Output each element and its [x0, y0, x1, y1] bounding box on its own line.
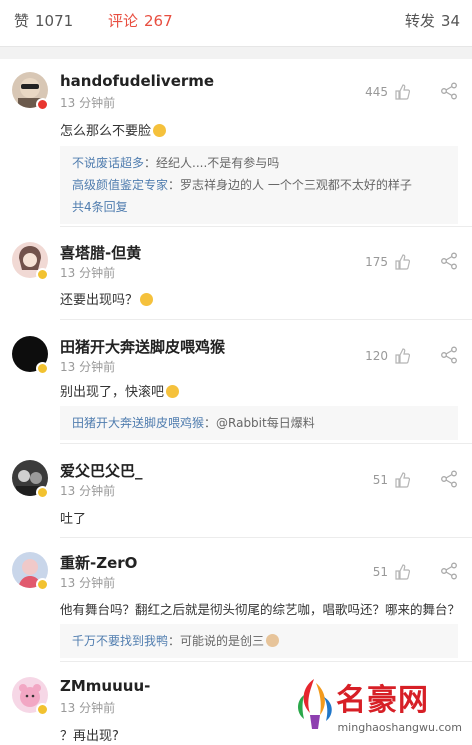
vip-badge-icon [36, 578, 49, 591]
watermark: 名豪网 minghaoshangwu.com [292, 669, 462, 739]
comment-time: 13 分钟前 [60, 360, 116, 374]
like-count: 175 [365, 255, 388, 269]
like-button[interactable]: 120 [365, 348, 410, 364]
like-count: 51 [372, 473, 388, 487]
like-button[interactable]: 51 [373, 472, 410, 488]
reply-username[interactable]: 千万不要找到我鸭 [72, 634, 168, 648]
reply-username[interactable]: 田猪开大奔送脚皮喂鸡猴 [72, 416, 204, 430]
tab-comments-label: 评论 [108, 12, 139, 30]
share-icon[interactable] [440, 252, 458, 270]
comment-text-content: 还要出现吗？ [60, 293, 139, 308]
section-gap [0, 47, 472, 59]
tab-comments-count: 267 [144, 12, 173, 30]
reply-item: 田猪开大奔送脚皮喂鸡猴：@Rabbit每日爆料 [72, 412, 446, 434]
thumbs-up-icon [395, 564, 410, 580]
username[interactable]: 重新-ZerO [60, 552, 137, 573]
comment-text-content: 怎么那么不要脸 [60, 124, 152, 139]
tab-comments[interactable]: 评论 267 [108, 10, 173, 31]
like-count: 120 [365, 349, 388, 363]
reply-username[interactable]: 高级颜值鉴定专家 [72, 178, 168, 192]
emoji-icon [140, 293, 154, 306]
divider [60, 443, 472, 444]
tab-reposts-count: 34 [440, 12, 460, 30]
comment-text: 吐了 [60, 512, 87, 527]
divider [60, 537, 472, 538]
replies-box: 不说废话超多：经纪人....不是有参与吗 高级颜值鉴定专家：罗志祥身边的人 一个… [60, 146, 458, 224]
reply-text: ：可能说的是创三 [168, 634, 265, 648]
tab-reposts-label: 转发 [404, 12, 435, 30]
like-button[interactable]: 51 [373, 564, 410, 580]
thumbs-up-icon [395, 348, 410, 364]
replies-box: 千万不要找到我鸭：可能说的是创三 [60, 624, 458, 658]
comment-text: ？再出现? [60, 729, 119, 744]
divider [60, 226, 472, 227]
thumbs-up-icon [395, 84, 410, 100]
username[interactable]: 喜塔腊-但黄 [60, 242, 141, 263]
watermark-url: minghaoshangwu.com [337, 721, 462, 734]
vip-badge-icon [36, 362, 49, 375]
reply-item: 高级颜值鉴定专家：罗志祥身边的人 一个个三观都不太好的样子 [72, 174, 446, 196]
share-icon[interactable] [440, 82, 458, 100]
comment-text: 怎么那么不要脸 [60, 120, 167, 139]
comment-time: 13 分钟前 [60, 576, 116, 590]
emoji-icon [153, 124, 167, 137]
share-icon[interactable] [440, 346, 458, 364]
comment-text: 别出现了，快滚吧 [60, 381, 180, 400]
reply-item: 不说废话超多：经纪人....不是有参与吗 [72, 152, 446, 174]
tab-reposts[interactable]: 转发 34 [405, 10, 460, 31]
username[interactable]: 田猪开大奔送脚皮喂鸡猴 [60, 336, 225, 357]
comment-time: 13 分钟前 [60, 96, 116, 110]
reply-username[interactable]: 不说废话超多 [72, 156, 144, 170]
like-count: 51 [372, 565, 388, 579]
comment-text-content: 别出现了，快滚吧 [60, 385, 165, 400]
reply-item: 千万不要找到我鸭：可能说的是创三 [72, 630, 446, 652]
username[interactable]: handofudeliverme [60, 72, 214, 90]
reply-text: ：@Rabbit每日爆料 [204, 416, 315, 430]
watermark-name: 名豪网 [336, 683, 429, 718]
divider [60, 661, 472, 662]
like-button[interactable]: 175 [365, 254, 410, 270]
comment-time: 13 分钟前 [60, 701, 116, 715]
tab-likes-count: 1071 [35, 12, 74, 30]
comment-time: 13 分钟前 [60, 266, 116, 280]
vip-badge-icon [36, 268, 49, 281]
thumbs-up-icon [395, 472, 410, 488]
thumbs-up-icon [395, 254, 410, 270]
comment-item: handofudeliverme 13 分钟前 445 怎么那么不要脸 不说废话… [0, 72, 472, 227]
like-button[interactable]: 445 [365, 84, 410, 100]
divider [60, 319, 472, 320]
comment-item: 喜塔腊-但黄 13 分钟前 175 还要出现吗？ [0, 242, 472, 320]
reply-text: ：经纪人....不是有参与吗 [144, 156, 280, 170]
share-icon[interactable] [440, 562, 458, 580]
emoji-icon [266, 634, 280, 647]
reply-text: ：罗志祥身边的人 一个个三观都不太好的样子 [168, 178, 412, 192]
vip-badge-icon [36, 98, 49, 111]
comment-text: 还要出现吗？ [60, 289, 154, 308]
more-replies-link[interactable]: 共4条回复 [72, 196, 446, 218]
username[interactable]: 爱父巴父巴_ [60, 460, 143, 481]
comment-time: 13 分钟前 [60, 484, 116, 498]
vip-badge-icon [36, 703, 49, 716]
replies-box: 田猪开大奔送脚皮喂鸡猴：@Rabbit每日爆料 [60, 406, 458, 440]
username[interactable]: ZMmuuuu- [60, 677, 150, 695]
share-icon[interactable] [440, 470, 458, 488]
comment-item: 爱父巴父巴_ 13 分钟前 51 吐了 [0, 460, 472, 538]
comment-item: 重新-ZerO 13 分钟前 51 他有舞台吗？翻红之后就是彻头彻尾的综艺咖，唱… [0, 552, 472, 662]
comment-item: 田猪开大奔送脚皮喂鸡猴 13 分钟前 120 别出现了，快滚吧 田猪开大奔送脚皮… [0, 336, 472, 444]
comment-text: 他有舞台吗？翻红之后就是彻头彻尾的综艺咖，唱歌吗还？哪来的舞台？ [60, 602, 461, 617]
tab-likes[interactable]: 赞 1071 [14, 10, 73, 31]
like-count: 445 [365, 85, 388, 99]
emoji-icon [166, 385, 180, 398]
tab-bar: 赞 1071 评论 267 转发 34 [0, 0, 472, 47]
tab-likes-label: 赞 [14, 12, 30, 30]
vip-badge-icon [36, 486, 49, 499]
